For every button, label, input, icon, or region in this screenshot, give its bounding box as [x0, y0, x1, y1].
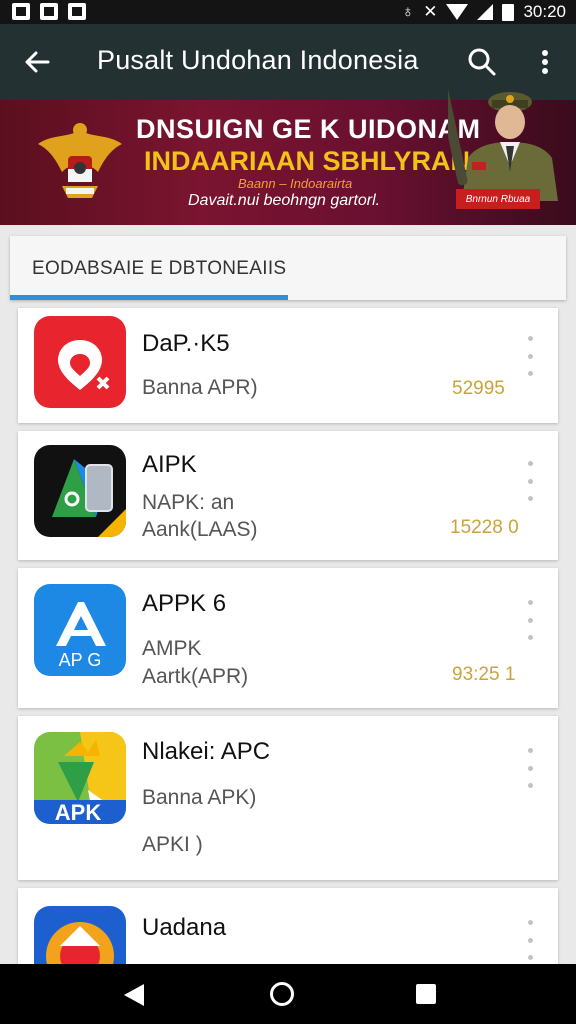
back-arrow-icon[interactable] [20, 44, 56, 80]
section-title: EODABSAIE E DBTONEAIIS [32, 258, 287, 279]
status-bar: ♁ ✕ 30:20 [0, 0, 576, 24]
app-subtitle: Banna APK) [142, 786, 257, 809]
data-saver-icon: ♁ [401, 2, 415, 21]
app-package-label: Aartk(APR) [142, 665, 249, 688]
section-header: EODABSAIE E DBTONEAIIS [10, 236, 566, 300]
app-list-item[interactable]: AIPK NAPK: an Aank(LAAS) 15228 0 [18, 431, 558, 560]
garuda-emblem-icon [38, 123, 122, 198]
mute-icon: ✕ [423, 2, 438, 21]
banner-badge: Bnrnun Rbuaa [456, 189, 540, 209]
app-download-count: 52995 [452, 378, 505, 399]
app-name: APPK 6 [142, 590, 227, 617]
system-navigation-bar [0, 964, 576, 1024]
app-list-item[interactable]: DaP.·K5 Banna APR) 52995 [18, 308, 558, 423]
search-icon[interactable] [464, 44, 500, 80]
app-package-label: Aank(LAAS) [142, 518, 258, 541]
item-more-options-icon[interactable] [524, 920, 536, 960]
notification-icon [12, 3, 30, 20]
app-list-item[interactable]: AP G APPK 6 AMPK Aartk(APR) 93:25 1 [18, 568, 558, 708]
item-more-options-icon[interactable] [524, 748, 536, 788]
more-options-icon[interactable] [533, 44, 557, 80]
battery-icon [502, 3, 515, 21]
app-name: Uadana [142, 914, 227, 941]
banner-headline: DNSUIGN GE K UIDONAM [136, 114, 481, 144]
loading-progress-bar [10, 295, 288, 300]
app-name: DaP.·K5 [142, 330, 230, 357]
app-icon [34, 445, 126, 537]
app-name: Nlakei: APC [142, 738, 271, 765]
app-icon: APK [34, 732, 126, 824]
app-package-label: APKI ) [142, 833, 203, 856]
banner-caption: Baann – Indoarairta [238, 176, 353, 191]
page-title: Pusalt Undohan Indonesia [97, 45, 419, 75]
app-download-count: 93:25 1 [452, 664, 516, 685]
app-icon [34, 316, 126, 408]
svg-text:APK: APK [55, 800, 102, 824]
banner-subheadline: INDAARIAAN SBHLYRAN [144, 146, 471, 176]
app-name: AIPK [142, 451, 197, 478]
app-download-count: 15228 0 [450, 517, 519, 538]
nav-recents-icon[interactable] [416, 984, 436, 1004]
app-subtitle: AMPK [142, 637, 202, 660]
banner-tagline: Davait.nui beohngn gartorl. [188, 192, 381, 209]
app-package-label: Banna APR) [142, 376, 258, 399]
app-list-item[interactable]: APK Nlakei: APC Banna APK) APKI ) [18, 716, 558, 880]
soldier-illustration [448, 86, 558, 201]
app-subtitle: NAPK: an [142, 491, 235, 514]
image-notification-icon [40, 3, 58, 20]
svg-text:AP G: AP G [59, 650, 102, 670]
message-notification-icon [68, 3, 86, 20]
clock: 30:20 [523, 2, 566, 21]
signal-icon [477, 4, 494, 20]
nav-back-icon[interactable] [124, 984, 144, 1006]
item-more-options-icon[interactable] [524, 461, 536, 501]
app-icon: AP G [34, 584, 126, 676]
item-more-options-icon[interactable] [524, 336, 536, 376]
item-more-options-icon[interactable] [524, 600, 536, 640]
wifi-icon [446, 4, 469, 20]
nav-home-icon[interactable] [270, 982, 294, 1006]
